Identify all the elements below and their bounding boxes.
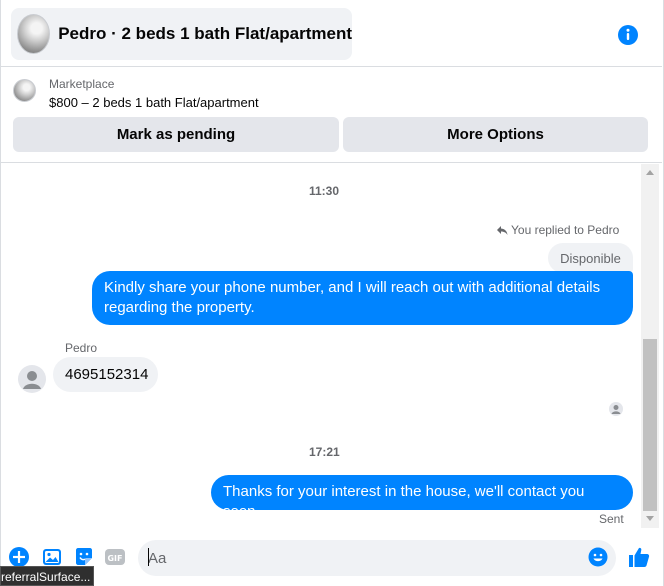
photo-icon[interactable] <box>41 546 63 568</box>
emoji-icon[interactable] <box>588 547 608 567</box>
conversation-title-chip[interactable]: Pedro · 2 beds 1 bath Flat/apartment <box>11 8 352 60</box>
thumbs-up-icon[interactable] <box>627 545 651 569</box>
conversation-title: Pedro · 2 beds 1 bath Flat/apartment <box>58 24 352 43</box>
message-timestamp: 11:30 <box>309 184 340 198</box>
listing-summary[interactable]: $800 – 2 beds 1 bath Flat/apartment <box>49 95 259 110</box>
incoming-message[interactable]: 4695152314 <box>53 357 158 392</box>
marketplace-label: Marketplace <box>49 77 115 91</box>
seen-by-avatar <box>609 402 623 416</box>
message-input[interactable] <box>148 540 578 576</box>
delivery-status: Sent <box>599 512 624 526</box>
sticker-icon[interactable] <box>73 546 95 568</box>
more-options-button[interactable]: More Options <box>343 117 648 152</box>
scroll-up-arrow-icon[interactable] <box>646 170 654 175</box>
chat-header: Pedro · 2 beds 1 bath Flat/apartment <box>0 0 662 67</box>
message-input-wrapper <box>138 540 616 576</box>
mark-as-pending-button[interactable]: Mark as pending <box>13 117 339 152</box>
info-icon[interactable] <box>617 24 639 46</box>
status-bar-tooltip: referralSurface... <box>0 566 94 586</box>
marketplace-card: Marketplace $800 – 2 beds 1 bath Flat/ap… <box>0 67 662 163</box>
reply-indicator: You replied to Pedro <box>496 223 619 237</box>
outgoing-message[interactable]: Thanks for your interest in the house, w… <box>211 475 633 520</box>
listing-avatar <box>17 14 51 54</box>
scroll-down-arrow-icon[interactable] <box>646 516 654 521</box>
text-caret <box>148 548 149 566</box>
reply-arrow-icon <box>497 226 508 235</box>
sender-avatar[interactable] <box>18 365 46 393</box>
message-timestamp: 17:21 <box>309 445 340 459</box>
reply-indicator-label: You replied to Pedro <box>511 223 620 237</box>
sender-name: Pedro <box>65 341 98 355</box>
gif-icon[interactable]: GIF <box>104 546 126 568</box>
listing-thumbnail[interactable] <box>13 79 36 102</box>
quoted-message[interactable]: Disponible <box>548 243 633 273</box>
plus-circle-icon[interactable] <box>8 546 30 568</box>
scrollbar-thumb[interactable] <box>643 339 657 511</box>
outgoing-message[interactable]: Kindly share your phone number, and I wi… <box>92 271 633 325</box>
svg-text:GIF: GIF <box>107 554 122 563</box>
